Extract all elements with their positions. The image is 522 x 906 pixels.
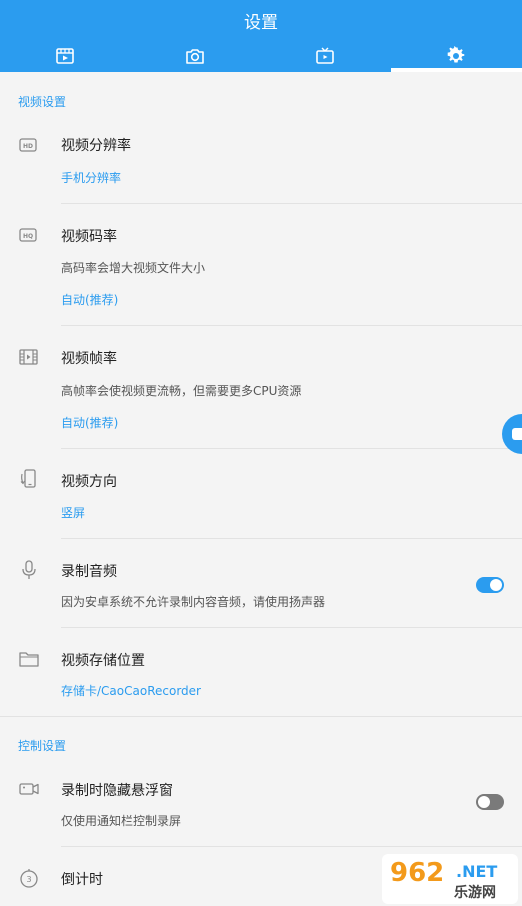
tv-icon — [316, 47, 334, 64]
toggle-knob — [490, 579, 502, 591]
divider — [61, 448, 522, 449]
setting-title: 视频分辨率 — [61, 138, 131, 154]
setting-description: 高码率会增大视频文件大小 — [61, 261, 206, 275]
gear-icon — [447, 46, 465, 63]
divider — [61, 627, 522, 628]
settings-list: 视频设置 HD 视频分辨率 手机分辨率 HQ 视频码率 高码率会增大视频文件大小… — [0, 72, 522, 906]
phone-rotate-icon — [18, 468, 40, 490]
setting-value: 竖屏 — [61, 506, 86, 520]
setting-value: 自动(推荐) — [61, 416, 119, 430]
page-title: 设置 — [244, 13, 278, 33]
toggle-knob — [478, 796, 490, 808]
setting-title: 视频存储位置 — [61, 653, 145, 669]
divider — [61, 538, 522, 539]
microphone-icon — [18, 559, 40, 581]
divider — [61, 203, 522, 204]
hide-float-toggle[interactable] — [476, 794, 504, 810]
section-heading-video: 视频设置 — [18, 95, 67, 109]
hq-icon: HQ — [18, 224, 40, 246]
record-icon — [512, 428, 522, 440]
setting-title: 录制音频 — [61, 564, 117, 580]
setting-description: 高帧率会使视频更流畅，但需要更多CPU资源 — [61, 384, 302, 398]
record-audio-toggle[interactable] — [476, 577, 504, 593]
divider — [61, 846, 522, 847]
tab-live[interactable] — [260, 40, 390, 72]
tab-screenshots[interactable] — [130, 40, 260, 72]
timer-icon: 3 — [18, 867, 40, 889]
watermark-logo: 962 .NET 乐游网 — [382, 854, 518, 904]
tab-videos[interactable] — [0, 40, 130, 72]
setting-title: 录制时隐藏悬浮窗 — [61, 783, 173, 799]
setting-value: 存储卡/CaoCaoRecorder — [61, 684, 201, 698]
svg-text:3: 3 — [26, 875, 31, 884]
setting-title: 视频方向 — [61, 474, 117, 490]
setting-value: 手机分辨率 — [61, 171, 122, 185]
setting-title: 倒计时 — [61, 872, 103, 888]
svg-text:HQ: HQ — [23, 233, 33, 240]
video-file-icon — [56, 48, 74, 64]
watermark-number: 962 — [390, 858, 445, 888]
watermark-site-name: 乐游网 — [454, 885, 496, 901]
setting-description: 仅使用通知栏控制录屏 — [61, 814, 182, 828]
setting-title: 视频码率 — [61, 229, 117, 245]
film-icon — [18, 346, 40, 368]
setting-description: 因为安卓系统不允许录制内容音频，请使用扬声器 — [61, 595, 326, 609]
divider — [61, 325, 522, 326]
top-bar: 设置 — [0, 0, 522, 72]
section-divider — [0, 716, 522, 717]
section-heading-control: 控制设置 — [18, 739, 67, 753]
watermark-net: .NET — [456, 862, 498, 881]
setting-title: 视频帧率 — [61, 351, 117, 367]
video-camera-icon — [18, 778, 40, 800]
setting-value: 自动(推荐) — [61, 293, 119, 307]
hd-icon: HD — [18, 134, 40, 156]
camera-icon — [186, 49, 204, 64]
folder-icon — [18, 648, 40, 670]
svg-text:HD: HD — [23, 143, 33, 150]
